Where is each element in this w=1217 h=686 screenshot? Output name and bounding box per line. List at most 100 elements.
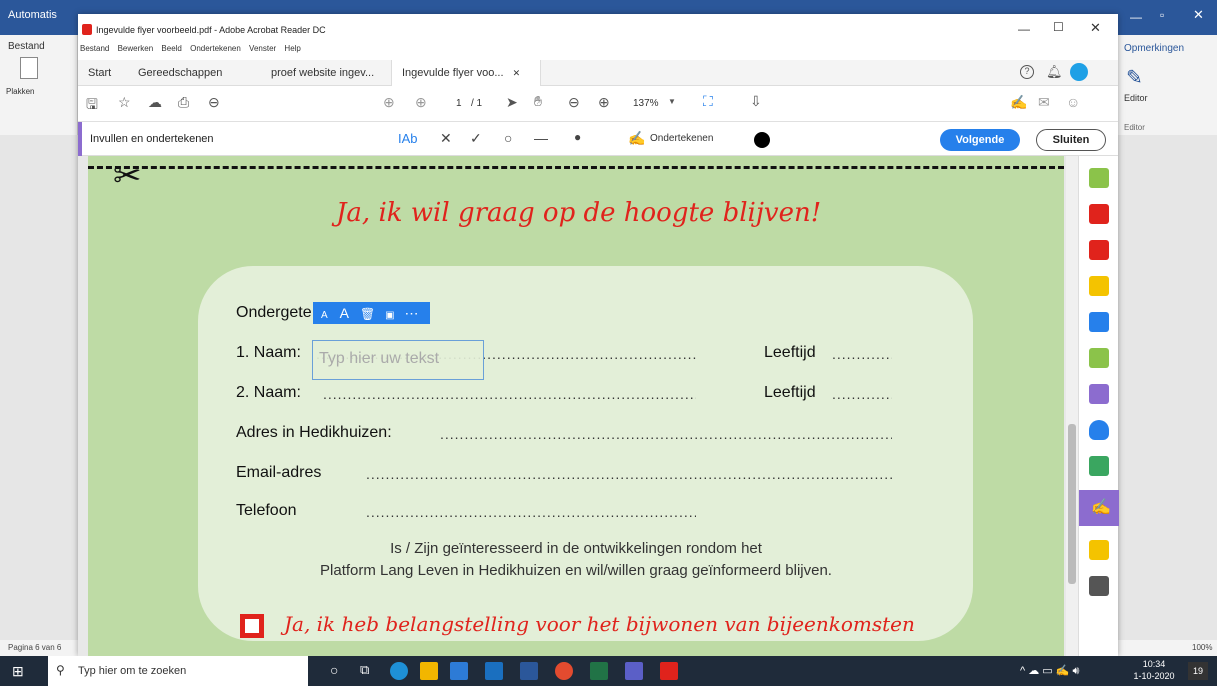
add-text-tool[interactable]: IAb <box>398 131 418 146</box>
sign-icon[interactable]: ✍ <box>628 130 645 147</box>
paste-icon[interactable] <box>20 57 38 79</box>
tab-proef-website[interactable]: proef website ingev... <box>261 60 384 86</box>
save-icon[interactable]: 🖫 <box>86 94 98 118</box>
email-label: Email-adres <box>236 464 322 481</box>
prepare-form-icon[interactable] <box>1089 540 1109 560</box>
excel-icon[interactable] <box>590 662 608 680</box>
circle-tool-icon[interactable]: ○ <box>504 130 512 146</box>
file-explorer-icon[interactable] <box>420 662 438 680</box>
menu-ondertekenen[interactable]: Ondertekenen <box>190 44 241 53</box>
tray-icons[interactable]: ^ ☁ ▭ ✍ 🔊︎ <box>1020 664 1079 678</box>
tab-ingevulde-flyer[interactable]: Ingevulde flyer voo... ✕ <box>391 60 541 86</box>
teams-icon[interactable] <box>625 662 643 680</box>
word-taskbar-icon[interactable] <box>520 662 538 680</box>
leeftijd2-line: ............. <box>832 386 892 402</box>
fit-page-icon[interactable]: ⛶ <box>703 93 713 110</box>
naam2-label: 2. Naam: <box>236 384 301 401</box>
clock-time[interactable]: 10:34 <box>1134 659 1174 669</box>
minimize-icon[interactable]: — <box>1130 10 1142 24</box>
word-bestand-tab[interactable]: Bestand <box>8 41 45 52</box>
sluiten-button[interactable]: Sluiten <box>1036 129 1106 151</box>
zoom-level[interactable]: 137% <box>633 98 659 109</box>
mail-icon[interactable]: ✉ <box>1038 94 1050 111</box>
print-icon[interactable]: ⎙ <box>178 94 189 111</box>
delete-icon[interactable]: 🗑︎ <box>360 307 375 321</box>
maximize-icon[interactable]: ☐ <box>1053 20 1064 34</box>
acrobat-tabs: Start Gereedschappen proef website ingev… <box>78 60 1118 86</box>
zoom-in-icon[interactable]: ⊕ <box>598 94 610 111</box>
windows-start-icon[interactable]: ⊞ <box>12 664 26 678</box>
line-tool-icon[interactable]: — <box>534 130 548 146</box>
volgende-button[interactable]: Volgende <box>940 129 1020 151</box>
color-picker[interactable] <box>754 132 770 148</box>
chrome-icon[interactable] <box>555 662 573 680</box>
sign-pen-icon[interactable]: ✍ <box>1010 94 1027 111</box>
tab-gereedschappen[interactable]: Gereedschappen <box>128 60 232 86</box>
clock-date[interactable]: 1-10-2020 <box>1128 671 1180 681</box>
interest-checkbox[interactable] <box>240 614 264 638</box>
create-pdf-icon[interactable] <box>1089 204 1109 224</box>
fill-sign-tool-icon[interactable] <box>1089 384 1109 404</box>
page-up-icon[interactable]: ⊕ <box>383 94 395 111</box>
acrobat-window: Ingevulde flyer voorbeeld.pdf - Adobe Ac… <box>78 14 1119 656</box>
minimize-icon[interactable]: — <box>1018 22 1030 36</box>
restore-icon[interactable]: ▫ <box>1160 8 1164 22</box>
outlook-icon[interactable] <box>485 662 503 680</box>
menu-venster[interactable]: Venster <box>249 44 276 53</box>
menu-beeld[interactable]: Beeld <box>161 44 181 53</box>
dot-tool-icon[interactable]: ● <box>574 130 581 144</box>
protect-icon[interactable] <box>1089 420 1109 440</box>
opmerkingen-button[interactable]: Opmerkingen <box>1124 43 1184 54</box>
zoom-out-icon[interactable]: ⊖ <box>568 94 580 111</box>
more-tools-icon[interactable] <box>1089 576 1109 596</box>
edit-pdf-icon[interactable] <box>1089 240 1109 260</box>
page-down-icon[interactable]: ⊕ <box>415 94 427 111</box>
close-icon[interactable]: ✕ <box>1090 20 1101 36</box>
scrollbar-thumb[interactable] <box>1068 424 1076 584</box>
bell-icon[interactable]: 🔔︎ <box>1046 64 1063 80</box>
decrease-font-icon[interactable]: A <box>321 310 328 321</box>
organize-pages-icon[interactable] <box>1089 348 1109 368</box>
help-icon[interactable]: ? <box>1020 65 1034 79</box>
acrobat-logo-icon <box>82 24 92 35</box>
vertical-scrollbar[interactable] <box>1066 156 1078 656</box>
editor-icon[interactable]: ✎ <box>1126 65 1144 89</box>
text-field-placeholder: Typ hier uw tekst <box>319 350 440 367</box>
store-icon[interactable] <box>450 662 468 680</box>
cross-tool-icon[interactable]: ✕ <box>440 130 452 147</box>
acrobat-taskbar-icon[interactable] <box>660 662 678 680</box>
edge-icon[interactable] <box>390 662 408 680</box>
page-current[interactable]: 1 <box>456 98 462 109</box>
tab-start[interactable]: Start <box>78 60 121 86</box>
bookmark-star-icon[interactable]: ☆ <box>118 94 131 111</box>
more-options-icon[interactable]: ⋯ <box>405 305 419 321</box>
request-signature-icon-selected[interactable]: ✍ <box>1079 490 1119 526</box>
scroll-mode-icon[interactable]: ⇩ <box>750 93 762 110</box>
naam1-text-field[interactable]: Typ hier uw tekst <box>312 340 484 380</box>
hand-tool-icon[interactable]: ✋︎ <box>534 93 542 110</box>
check-tool-icon[interactable]: ✓ <box>470 130 482 147</box>
export-pdf-icon[interactable] <box>1089 168 1109 188</box>
cortana-icon[interactable]: ○ <box>330 662 338 678</box>
email-line: ........................................… <box>366 466 892 482</box>
increase-font-icon[interactable]: A <box>340 305 349 321</box>
menu-bestand[interactable]: Bestand <box>80 44 109 53</box>
avatar[interactable] <box>1070 63 1088 81</box>
send-track-icon[interactable] <box>1089 456 1109 476</box>
notification-count[interactable]: 19 <box>1188 662 1208 680</box>
close-icon[interactable]: ✕ <box>1193 7 1204 23</box>
chevron-down-icon[interactable]: ▼ <box>668 97 676 106</box>
menu-help[interactable]: Help <box>284 44 300 53</box>
add-user-icon[interactable]: ☺ <box>1066 94 1080 110</box>
comb-field-icon[interactable]: ▣ <box>385 310 394 321</box>
ondertekenen-button[interactable]: Ondertekenen <box>650 133 713 144</box>
select-cursor-icon[interactable]: ➤ <box>506 94 518 111</box>
menu-bewerken[interactable]: Bewerken <box>118 44 154 53</box>
task-view-icon[interactable]: ⧉ <box>360 662 369 678</box>
zoom-search-icon[interactable]: ⊖ <box>208 94 220 111</box>
tab-close-icon[interactable]: ✕ <box>513 68 521 78</box>
upload-cloud-icon[interactable]: ☁ <box>148 94 162 111</box>
taskbar-search-box[interactable]: ⚲ Typ hier om te zoeken <box>48 656 308 686</box>
comment-icon[interactable] <box>1089 276 1109 296</box>
combine-files-icon[interactable] <box>1089 312 1109 332</box>
